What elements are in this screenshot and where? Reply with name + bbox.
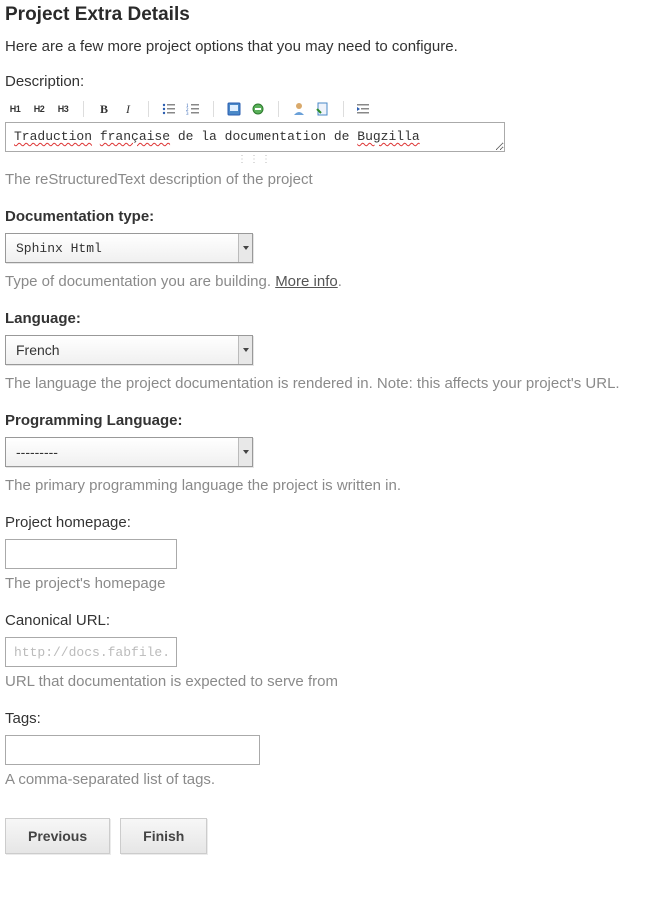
description-help: The reStructuredText description of the … bbox=[5, 171, 655, 188]
language-value: French bbox=[16, 336, 60, 364]
language-help: The language the project documentation i… bbox=[5, 375, 655, 392]
page-intro: Here are a few more project options that… bbox=[5, 38, 655, 55]
canonical-label: Canonical URL: bbox=[5, 612, 655, 629]
prog-lang-help: The primary programming language the pro… bbox=[5, 477, 655, 494]
italic-button[interactable]: I bbox=[118, 99, 138, 119]
canonical-help: URL that documentation is expected to se… bbox=[5, 673, 655, 690]
field-prog-lang: Programming Language: --------- The prim… bbox=[5, 412, 655, 494]
toolbar-separator bbox=[148, 101, 149, 117]
description-label: Description: bbox=[5, 73, 655, 90]
doc-type-select[interactable]: Sphinx Html bbox=[5, 233, 253, 263]
h1-button[interactable]: H1 bbox=[5, 99, 25, 119]
description-input[interactable]: Traduction française de la documentation… bbox=[5, 122, 505, 152]
tags-label: Tags: bbox=[5, 710, 655, 727]
description-text-part: de la documentation de bbox=[170, 129, 357, 144]
doc-type-help: Type of documentation you are building. … bbox=[5, 273, 655, 290]
button-row: Previous Finish bbox=[5, 818, 655, 854]
image-button[interactable] bbox=[224, 99, 244, 119]
language-label: Language: bbox=[5, 310, 655, 327]
field-language: Language: French The language the projec… bbox=[5, 310, 655, 392]
editor-toolbar: H1 H2 H3 B I 1 2 3 bbox=[5, 98, 655, 120]
field-doc-type: Documentation type: Sphinx Html Type of … bbox=[5, 208, 655, 290]
previous-button[interactable]: Previous bbox=[5, 818, 110, 854]
doc-type-label: Documentation type: bbox=[5, 208, 655, 225]
chevron-down-icon bbox=[238, 234, 252, 262]
prog-lang-value: --------- bbox=[16, 438, 58, 466]
link-button[interactable] bbox=[248, 99, 268, 119]
svg-text:3: 3 bbox=[186, 112, 189, 115]
document-button[interactable] bbox=[313, 99, 333, 119]
user-icon bbox=[292, 102, 306, 116]
toolbar-separator bbox=[213, 101, 214, 117]
bullet-list-button[interactable] bbox=[159, 99, 179, 119]
prog-lang-label: Programming Language: bbox=[5, 412, 655, 429]
spell-error-word: française bbox=[100, 129, 170, 144]
toolbar-separator bbox=[83, 101, 84, 117]
user-button[interactable] bbox=[289, 99, 309, 119]
indent-button[interactable] bbox=[354, 99, 374, 119]
prog-lang-select[interactable]: --------- bbox=[5, 437, 253, 467]
numbered-list-button[interactable]: 1 2 3 bbox=[183, 99, 203, 119]
page-title: Project Extra Details bbox=[5, 4, 655, 26]
homepage-help: The project's homepage bbox=[5, 575, 655, 592]
spell-error-word: Bugzilla bbox=[357, 129, 419, 144]
resize-handle-icon[interactable]: ⋮⋮⋮ bbox=[5, 154, 505, 165]
field-description: Description: H1 H2 H3 B I 1 2 3 bbox=[5, 73, 655, 188]
finish-button[interactable]: Finish bbox=[120, 818, 207, 854]
bold-button[interactable]: B bbox=[94, 99, 114, 119]
project-extra-details-form: Project Extra Details Here are a few mor… bbox=[0, 0, 660, 864]
canonical-input[interactable] bbox=[5, 637, 177, 667]
indent-icon bbox=[357, 103, 371, 115]
homepage-label: Project homepage: bbox=[5, 514, 655, 531]
tags-help: A comma-separated list of tags. bbox=[5, 771, 655, 788]
spell-error-word: Traduction bbox=[14, 129, 92, 144]
toolbar-separator bbox=[343, 101, 344, 117]
field-homepage: Project homepage: The project's homepage bbox=[5, 514, 655, 592]
bullet-list-icon bbox=[162, 103, 176, 115]
more-info-link[interactable]: More info bbox=[275, 273, 338, 290]
chevron-down-icon bbox=[238, 336, 252, 364]
h2-button[interactable]: H2 bbox=[29, 99, 49, 119]
numbered-list-icon: 1 2 3 bbox=[186, 103, 200, 115]
chevron-down-icon bbox=[238, 438, 252, 466]
field-canonical: Canonical URL: URL that documentation is… bbox=[5, 612, 655, 690]
doc-type-value: Sphinx Html bbox=[16, 234, 102, 262]
homepage-input[interactable] bbox=[5, 539, 177, 569]
document-icon bbox=[316, 102, 330, 116]
field-tags: Tags: A comma-separated list of tags. bbox=[5, 710, 655, 788]
link-icon bbox=[250, 102, 266, 116]
language-select[interactable]: French bbox=[5, 335, 253, 365]
toolbar-separator bbox=[278, 101, 279, 117]
h3-button[interactable]: H3 bbox=[53, 99, 73, 119]
tags-input[interactable] bbox=[5, 735, 260, 765]
image-icon bbox=[227, 102, 241, 116]
